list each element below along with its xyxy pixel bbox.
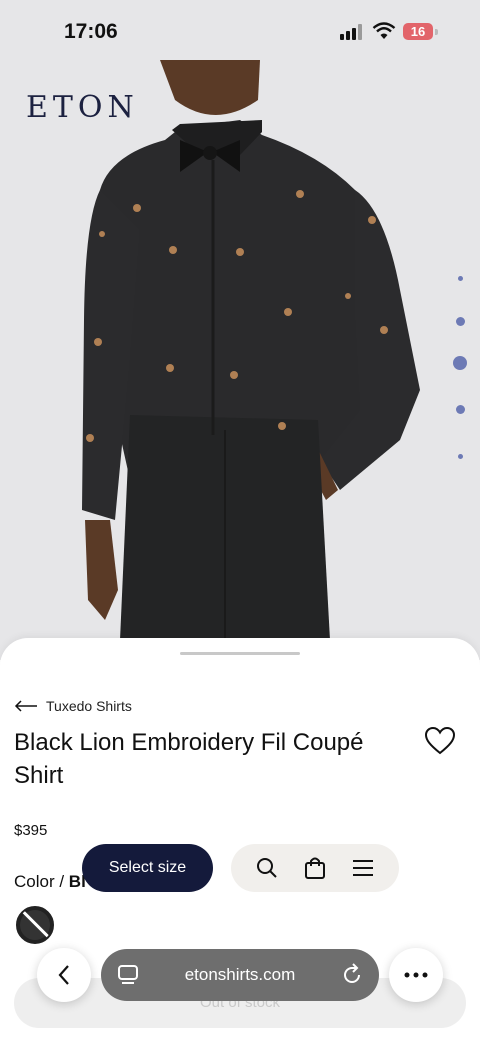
model-photo	[82, 60, 420, 640]
address-bar[interactable]: etonshirts.com	[101, 949, 379, 1001]
more-dots-icon	[404, 972, 428, 978]
product-title: Black Lion Embroidery Fil Coupé Shirt	[14, 729, 364, 789]
status-bar: 17:06 16	[0, 0, 480, 60]
cellular-signal-icon	[340, 24, 362, 40]
battery-indicator: 16	[403, 23, 433, 40]
gallery-dot-1[interactable]	[458, 276, 463, 281]
menu-icon[interactable]	[351, 858, 375, 878]
breadcrumb-label: Tuxedo Shirts	[46, 698, 132, 714]
status-time: 17:06	[64, 20, 118, 43]
color-row: Color / Bl	[14, 872, 86, 892]
gallery-dot-4[interactable]	[456, 405, 465, 414]
product-price: $395	[14, 822, 48, 839]
reload-icon[interactable]	[341, 963, 363, 987]
browser-more-button[interactable]	[389, 948, 443, 1002]
url-text: etonshirts.com	[184, 965, 296, 984]
browser-back-button[interactable]	[37, 948, 91, 1002]
sheet-grabber[interactable]	[180, 652, 300, 655]
chevron-left-icon	[58, 965, 69, 985]
color-label: Color /	[14, 872, 69, 891]
color-swatch-black[interactable]	[16, 906, 54, 944]
arrow-left-icon	[14, 700, 37, 712]
wifi-icon	[372, 22, 396, 39]
select-size-button[interactable]: Select size	[82, 844, 213, 892]
gallery-pagination[interactable]	[450, 270, 470, 470]
shopping-bag-icon[interactable]	[304, 856, 326, 880]
heart-icon[interactable]	[424, 726, 456, 756]
breadcrumb[interactable]: Tuxedo Shirts	[14, 698, 132, 714]
brand-logo[interactable]: ETON	[26, 90, 139, 125]
gallery-dot-2[interactable]	[456, 317, 465, 326]
gallery-dot-3-active[interactable]	[453, 356, 467, 370]
battery-tip	[435, 29, 438, 35]
site-nav-pill	[231, 844, 399, 892]
product-image[interactable]: 17:06 16 ETON	[0, 0, 480, 660]
gallery-dot-5[interactable]	[458, 454, 463, 459]
search-icon[interactable]	[255, 856, 279, 880]
